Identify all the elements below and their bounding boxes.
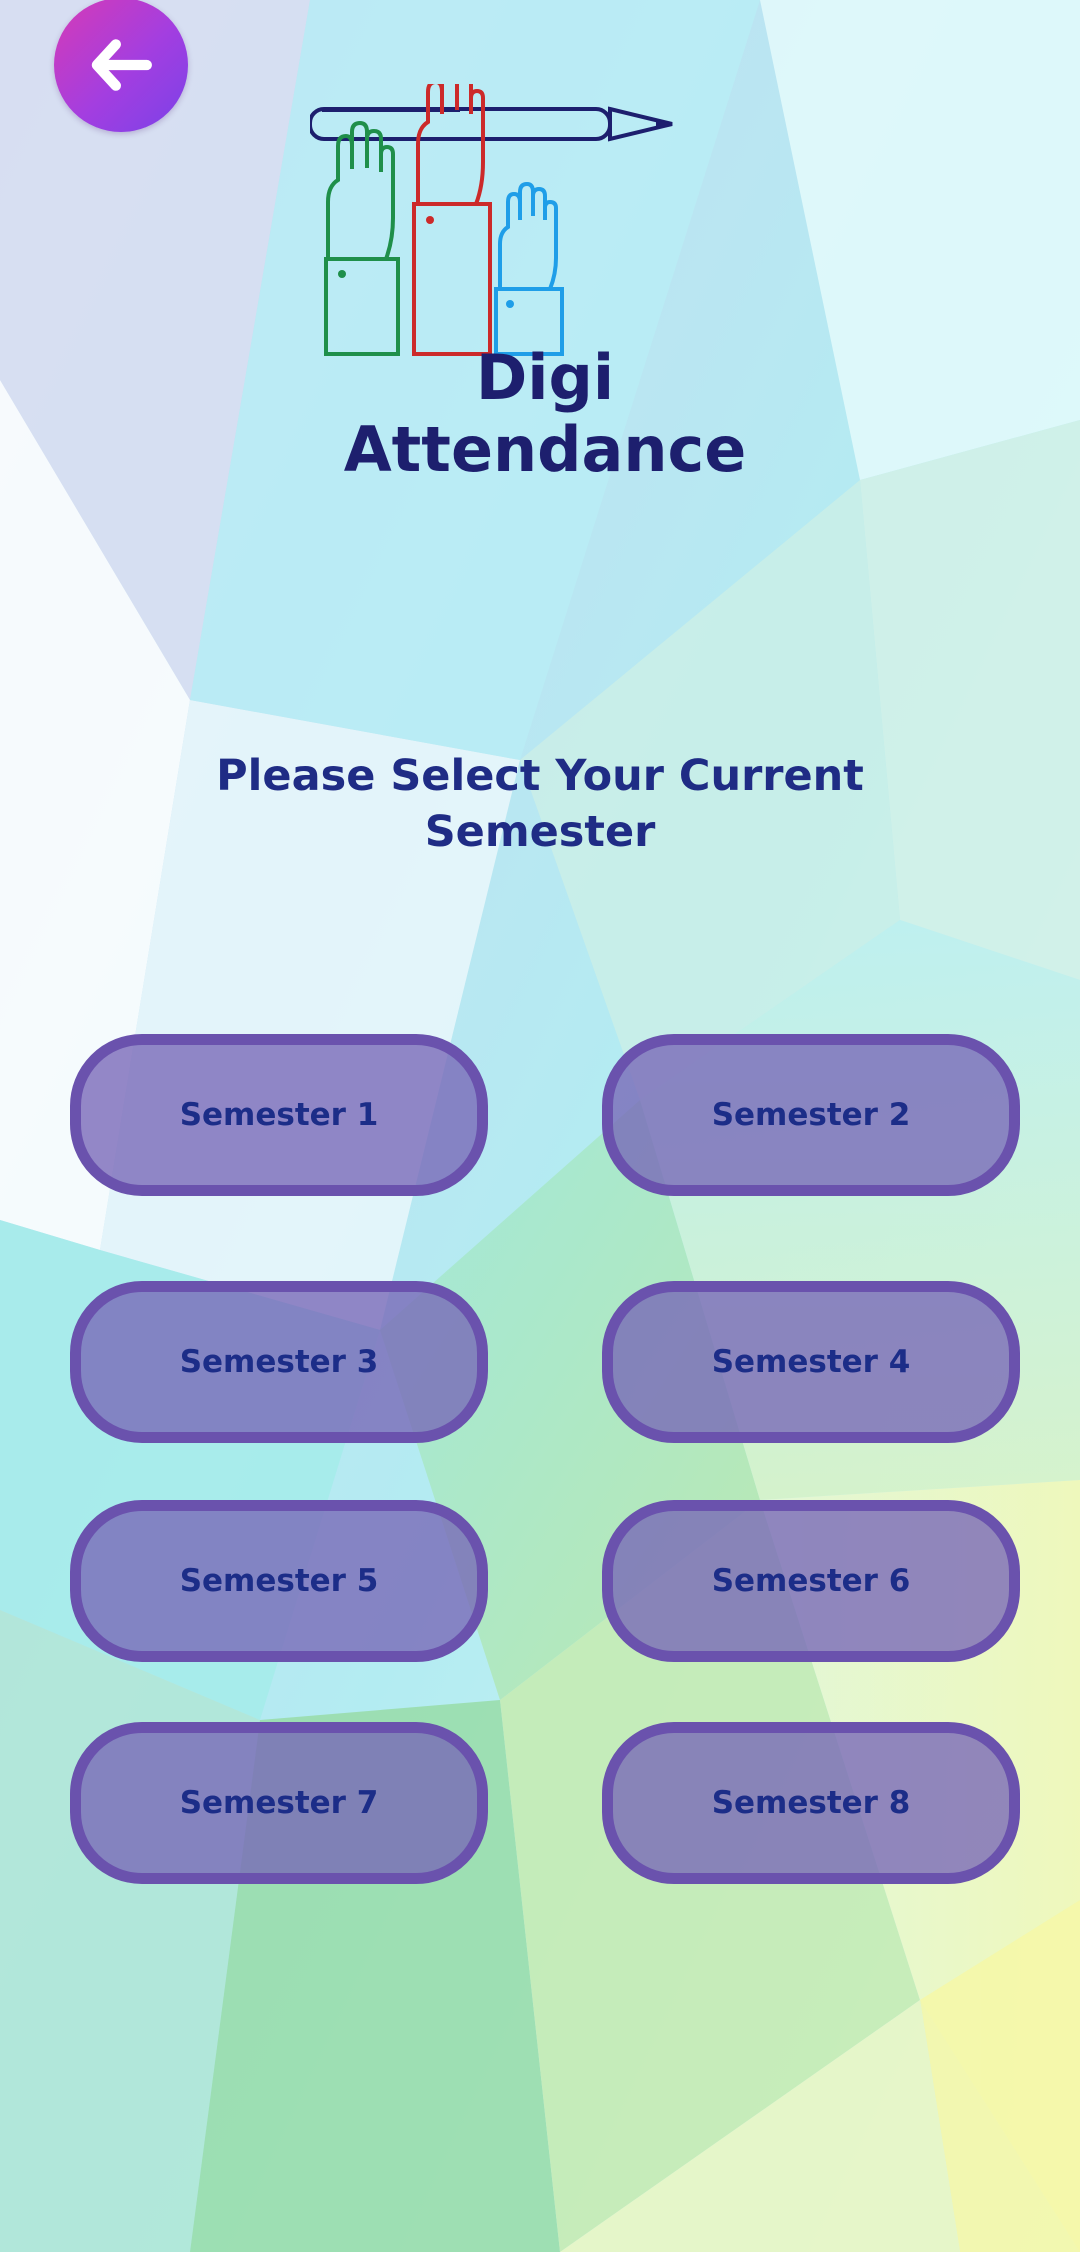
semester-6-button[interactable]: Semester 6 [602, 1500, 1020, 1662]
app-name: Digi Attendance [343, 341, 747, 486]
semester-2-label: Semester 2 [711, 1097, 911, 1133]
semester-7-button[interactable]: Semester 7 [70, 1722, 488, 1884]
semester-4-button[interactable]: Semester 4 [602, 1281, 1020, 1443]
semester-1-label: Semester 1 [179, 1097, 379, 1133]
raised-hands-pencil-icon [310, 84, 673, 356]
semester-3-button[interactable]: Semester 3 [70, 1281, 488, 1443]
page-title: Please Select Your Current Semester [216, 751, 864, 857]
semester-5-button[interactable]: Semester 5 [70, 1500, 488, 1662]
semester-1-button[interactable]: Semester 1 [70, 1034, 488, 1196]
semester-4-label: Semester 4 [711, 1344, 911, 1380]
semester-3-label: Semester 3 [179, 1344, 379, 1380]
semester-2-button[interactable]: Semester 2 [602, 1034, 1020, 1196]
app-logo: Digi Attendance [310, 84, 780, 486]
semester-5-label: Semester 5 [179, 1563, 379, 1599]
semester-7-label: Semester 7 [179, 1785, 379, 1821]
semester-8-label: Semester 8 [711, 1785, 911, 1821]
semester-6-label: Semester 6 [711, 1563, 911, 1599]
back-button[interactable] [54, 0, 188, 132]
arrow-left-icon [91, 39, 152, 91]
semester-8-button[interactable]: Semester 8 [602, 1722, 1020, 1884]
semester-grid: Semester 1 Semester 2 Semester 3 Semeste… [70, 1034, 1020, 1884]
